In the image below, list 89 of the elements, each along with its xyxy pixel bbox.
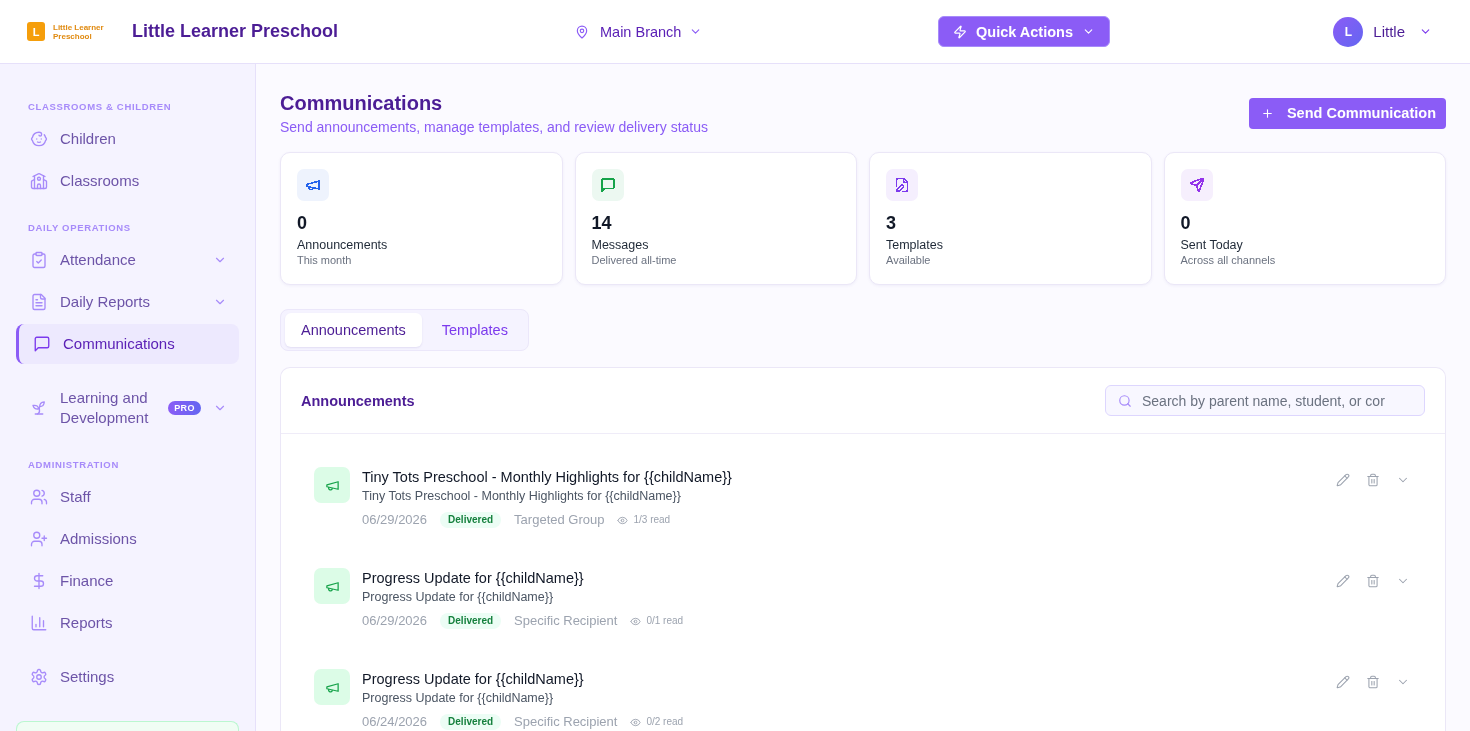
tab[interactable]: Announcements bbox=[285, 313, 422, 347]
stat-label: Messages bbox=[591, 237, 650, 253]
status-badge: Delivered bbox=[440, 512, 502, 528]
announcement-title: Progress Update for {{childName}} bbox=[362, 670, 585, 689]
pencil-icon bbox=[1336, 574, 1350, 588]
paper-plane-icon bbox=[1180, 169, 1213, 201]
announcement-preview: Progress Update for {{childName}} bbox=[362, 589, 555, 606]
eye-icon bbox=[630, 615, 642, 627]
stat-value: 14 bbox=[591, 212, 613, 235]
pencil-icon bbox=[1336, 675, 1350, 689]
lightning-icon bbox=[953, 24, 967, 39]
branch-selector[interactable]: Main Branch bbox=[575, 19, 703, 44]
logo-text: Little Learner Preschool bbox=[53, 22, 105, 41]
stat-value: 0 bbox=[1180, 212, 1192, 235]
plus-icon bbox=[1260, 106, 1274, 120]
read-count: 1/3 read bbox=[633, 513, 671, 527]
nav-item[interactable]: Reports bbox=[16, 603, 239, 643]
audience-label: Specific Recipient bbox=[514, 613, 618, 629]
user-avatar: L bbox=[1333, 16, 1364, 47]
trash-icon bbox=[1366, 675, 1380, 689]
stat-note: Across all channels bbox=[1180, 253, 1277, 267]
document-pen-icon bbox=[886, 169, 918, 201]
announcement-date: 06/24/2026 bbox=[362, 714, 428, 730]
nav-item[interactable]: Attendance bbox=[16, 240, 239, 280]
people-icon bbox=[30, 488, 48, 506]
chat-bubble-icon bbox=[33, 335, 51, 353]
trash-icon bbox=[1366, 574, 1380, 588]
audience-label: Specific Recipient bbox=[514, 714, 618, 730]
nav-item[interactable]: Classrooms bbox=[16, 161, 239, 201]
section-heading: CLASSROOMS & CHILDREN bbox=[27, 100, 173, 114]
document-icon bbox=[30, 293, 48, 311]
announcement-title: Progress Update for {{childName}} bbox=[362, 569, 585, 588]
stat-note: Available bbox=[886, 253, 932, 267]
clipboard-check-icon bbox=[30, 251, 48, 269]
stat-note: This month bbox=[297, 253, 353, 267]
stat-note: Delivered all-time bbox=[591, 253, 678, 267]
nav-item[interactable]: Learning and Development PRO bbox=[16, 378, 239, 438]
announcement-preview: Progress Update for {{childName}} bbox=[362, 690, 555, 707]
bar-chart-icon bbox=[30, 614, 48, 632]
audience-label: Targeted Group bbox=[514, 512, 605, 528]
megaphone-icon bbox=[314, 669, 350, 705]
trash-icon bbox=[1366, 473, 1380, 487]
stat-label: Templates bbox=[886, 237, 944, 253]
megaphone-icon bbox=[314, 568, 350, 604]
quick-actions-button[interactable]: Quick Actions bbox=[938, 16, 1110, 47]
user-menu[interactable]: L Little bbox=[1333, 16, 1432, 47]
eye-icon bbox=[617, 514, 629, 526]
plan-badge: PRO bbox=[168, 401, 201, 415]
section-heading: ADMINISTRATION bbox=[27, 458, 120, 472]
status-badge: Delivered bbox=[440, 613, 502, 629]
announcement-date: 06/29/2026 bbox=[362, 512, 428, 528]
add-person-icon bbox=[30, 530, 48, 548]
stat-value: 0 bbox=[297, 212, 308, 235]
page-subtitle: Send announcements, manage templates, and review delivery status bbox=[280, 118, 709, 137]
nav-item[interactable]: Settings bbox=[16, 657, 239, 697]
announcement-title: Tiny Tots Preschool - Monthly Highlights for {{childName}} bbox=[362, 468, 733, 487]
section-heading: DAILY OPERATIONS bbox=[27, 221, 132, 235]
card-title: Announcements bbox=[301, 392, 415, 409]
nav-item[interactable]: Finance bbox=[16, 561, 239, 601]
child-face-icon bbox=[30, 130, 48, 148]
stat-value: 3 bbox=[886, 212, 897, 235]
app-title: Little Learner Preschool bbox=[132, 21, 339, 42]
pencil-icon bbox=[1336, 473, 1350, 487]
read-count: 0/2 read bbox=[646, 715, 684, 729]
announcement-preview: Tiny Tots Preschool - Monthly Highlights for {{childName}} bbox=[362, 488, 682, 505]
logo-mark: L bbox=[27, 22, 45, 41]
nav-item[interactable]: Admissions bbox=[16, 519, 239, 559]
search-icon bbox=[1118, 393, 1132, 408]
settings-icon bbox=[30, 668, 48, 686]
nav-item[interactable]: Communications bbox=[16, 324, 239, 364]
search-field[interactable]: Search by parent name, student, or cor bbox=[1105, 385, 1425, 416]
announcement-date: 06/29/2026 bbox=[362, 613, 428, 629]
nav-item[interactable]: Children bbox=[16, 119, 239, 159]
status-badge: Delivered bbox=[440, 714, 502, 730]
read-count: 0/1 read bbox=[646, 614, 684, 628]
megaphone-icon bbox=[314, 467, 350, 503]
eye-icon bbox=[630, 716, 642, 728]
chat-bubble-icon bbox=[591, 169, 624, 201]
tab[interactable]: Templates bbox=[425, 313, 524, 347]
stat-label: Sent Today bbox=[1180, 237, 1244, 253]
nav-item[interactable]: Daily Reports bbox=[16, 282, 239, 322]
school-building-icon bbox=[30, 172, 48, 190]
location-pin-icon bbox=[575, 24, 589, 39]
page-title: Communications bbox=[280, 91, 444, 116]
megaphone-icon bbox=[297, 169, 329, 201]
stat-label: Announcements bbox=[297, 237, 389, 253]
send-communication-button[interactable]: Send Communication bbox=[1248, 97, 1446, 129]
sprout-icon bbox=[30, 399, 48, 417]
nav-item[interactable]: Staff bbox=[16, 477, 239, 517]
